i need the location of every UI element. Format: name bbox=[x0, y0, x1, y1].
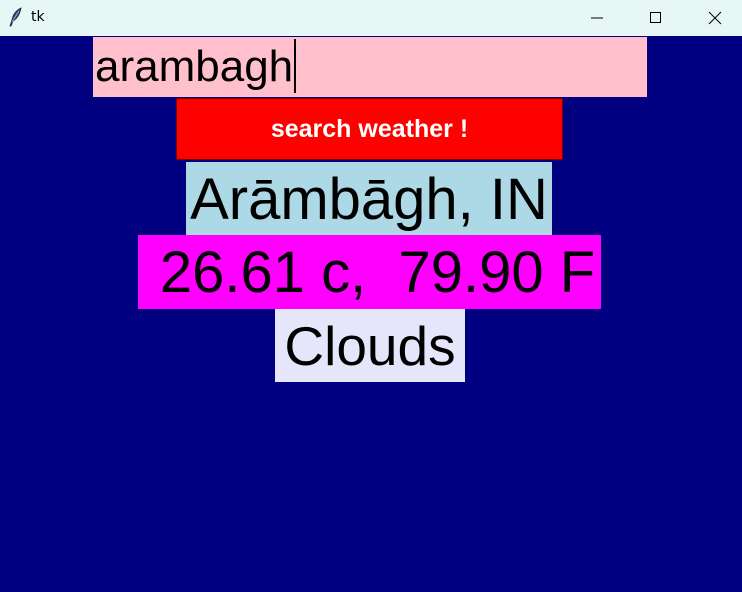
text-caret bbox=[294, 39, 297, 94]
temperature-label: 26.61 c, 79.90 F bbox=[138, 235, 601, 309]
tk-feather-icon bbox=[7, 7, 23, 27]
minimize-icon bbox=[591, 17, 603, 19]
location-label: Arāmbāgh, IN bbox=[186, 162, 552, 236]
app-window: tk arambagh search weather ! Arāmbāgh, I… bbox=[0, 0, 742, 592]
city-search-value: arambagh bbox=[95, 42, 294, 91]
maximize-icon bbox=[650, 12, 661, 23]
condition-label: Clouds bbox=[275, 309, 465, 382]
minimize-button[interactable] bbox=[568, 0, 626, 36]
close-icon bbox=[708, 11, 722, 25]
city-search-input[interactable]: arambagh bbox=[93, 37, 647, 97]
window-title: tk bbox=[31, 9, 45, 25]
search-weather-button[interactable]: search weather ! bbox=[176, 98, 563, 160]
maximize-button[interactable] bbox=[627, 0, 685, 36]
close-button[interactable] bbox=[686, 0, 742, 36]
title-bar[interactable]: tk bbox=[0, 0, 742, 36]
